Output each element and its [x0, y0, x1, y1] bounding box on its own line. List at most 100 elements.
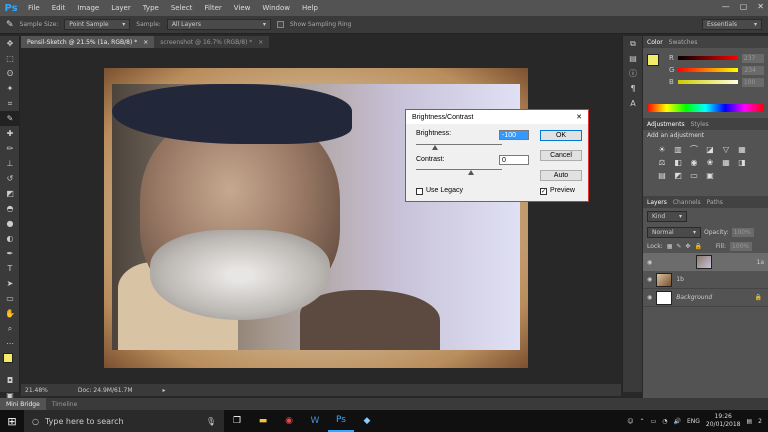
tab-paths[interactable]: Paths: [707, 199, 723, 206]
eyedropper-tool-icon[interactable]: ✎: [0, 111, 20, 126]
selective-color-icon[interactable]: ▣: [705, 171, 715, 180]
taskbar-search[interactable]: ○ Type here to search 🎙: [24, 410, 224, 432]
fill-value[interactable]: 100%: [729, 242, 752, 251]
type-tool-icon[interactable]: T: [0, 261, 20, 276]
cancel-button[interactable]: Cancel: [540, 150, 582, 161]
extra-tools-icon[interactable]: ⋯: [0, 336, 20, 351]
layer-row[interactable]: ◉ Background 🔒: [643, 289, 768, 307]
layer-name[interactable]: 1b: [676, 276, 684, 283]
blue-slider[interactable]: B 100: [665, 76, 764, 88]
layer-row[interactable]: ◉ 1b: [643, 271, 768, 289]
hand-tool-icon[interactable]: ✋: [0, 306, 20, 321]
r-value[interactable]: 237: [741, 53, 764, 63]
people-icon[interactable]: ☺: [627, 418, 633, 425]
task-view-icon[interactable]: ❐: [224, 410, 250, 432]
menu-window[interactable]: Window: [256, 4, 296, 12]
auto-button[interactable]: Auto: [540, 170, 582, 181]
zoom-tool-icon[interactable]: ⌕: [0, 321, 20, 336]
layer-row[interactable]: ◉ 1a: [643, 253, 768, 271]
color-spectrum[interactable]: [647, 104, 764, 112]
properties-panel-icon[interactable]: ▤: [623, 51, 643, 66]
paint-bucket-icon[interactable]: ◓: [0, 201, 20, 216]
posterize-icon[interactable]: ▤: [657, 171, 667, 180]
clock[interactable]: 19:26 20/01/2018: [706, 413, 741, 429]
chrome-icon[interactable]: ◉: [276, 410, 302, 432]
zoom-level[interactable]: 21.48%: [25, 387, 48, 394]
green-bar[interactable]: [678, 68, 739, 72]
dialog-titlebar[interactable]: Brightness/Contrast ✕: [406, 110, 588, 124]
maximize-icon[interactable]: ▢: [740, 2, 748, 11]
menu-filter[interactable]: Filter: [198, 4, 227, 12]
volume-icon[interactable]: 🔊: [673, 418, 680, 425]
contrast-slider-thumb[interactable]: [468, 170, 474, 175]
tray-arrow-icon[interactable]: ⌃: [640, 418, 645, 425]
dodge-tool-icon[interactable]: ◐: [0, 231, 20, 246]
notifications-icon[interactable]: ▤: [747, 418, 753, 425]
eye-icon[interactable]: ◉: [647, 259, 652, 266]
brightness-slider-thumb[interactable]: [432, 145, 438, 150]
workspace-select[interactable]: Essentials ▾: [702, 19, 762, 30]
tab-color[interactable]: Color: [647, 39, 663, 46]
close-icon[interactable]: ×: [258, 39, 263, 46]
tab-mini-bridge[interactable]: Mini Bridge: [0, 398, 46, 410]
red-slider[interactable]: R 237: [665, 52, 764, 64]
curves-icon[interactable]: ⌒: [689, 145, 699, 154]
brush-tool-icon[interactable]: ✏: [0, 141, 20, 156]
g-value[interactable]: 234: [742, 65, 765, 75]
contrast-slider[interactable]: [416, 169, 502, 170]
battery-icon[interactable]: ▭: [651, 418, 657, 425]
sample-select[interactable]: All Layers ▾: [166, 19, 271, 30]
path-select-icon[interactable]: ➤: [0, 276, 20, 291]
hue-saturation-icon[interactable]: ▦: [737, 145, 747, 154]
foreground-color-swatch[interactable]: [3, 353, 13, 363]
healing-brush-icon[interactable]: ✚: [0, 126, 20, 141]
shape-tool-icon[interactable]: ▭: [0, 291, 20, 306]
windows-start-icon[interactable]: ⊞: [0, 410, 24, 432]
lasso-tool-icon[interactable]: ʘ: [0, 66, 20, 81]
blend-mode-select[interactable]: Normal ▾: [647, 227, 701, 238]
tab-channels[interactable]: Channels: [673, 199, 701, 206]
menu-edit[interactable]: Edit: [46, 4, 72, 12]
quick-mask-icon[interactable]: ◘: [0, 373, 20, 388]
menu-file[interactable]: File: [22, 4, 46, 12]
menu-help[interactable]: Help: [296, 4, 324, 12]
menu-image[interactable]: Image: [71, 4, 105, 12]
layer-kind-select[interactable]: Kind ▾: [647, 211, 687, 222]
menu-view[interactable]: View: [228, 4, 257, 12]
gradient-map-icon[interactable]: ▭: [689, 171, 699, 180]
color-lookup-icon[interactable]: ▦: [721, 158, 731, 167]
ok-button[interactable]: OK: [540, 130, 582, 141]
app-icon[interactable]: ◆: [354, 410, 380, 432]
channel-mixer-icon[interactable]: ❀: [705, 158, 715, 167]
blue-bar[interactable]: [677, 80, 738, 84]
brightness-icon[interactable]: ☀: [657, 145, 667, 154]
invert-icon[interactable]: ◨: [737, 158, 747, 167]
use-legacy-checkbox[interactable]: [416, 188, 423, 195]
show-ring-checkbox[interactable]: [276, 21, 284, 28]
minimize-icon[interactable]: —: [722, 2, 730, 11]
paragraph-panel-icon[interactable]: ¶: [623, 81, 643, 96]
blur-tool-icon[interactable]: ●: [0, 216, 20, 231]
threshold-icon[interactable]: ◩: [673, 171, 683, 180]
brightness-slider[interactable]: [416, 144, 502, 145]
eye-icon[interactable]: ◉: [647, 276, 652, 283]
word-icon[interactable]: W: [302, 410, 328, 432]
tab-swatches[interactable]: Swatches: [669, 39, 698, 46]
quick-select-tool-icon[interactable]: ✦: [0, 81, 20, 96]
color-balance-icon[interactable]: ⚖: [657, 158, 667, 167]
photo-filter-icon[interactable]: ◉: [689, 158, 699, 167]
brightness-input[interactable]: -100: [499, 130, 529, 140]
language-indicator[interactable]: ENG: [687, 418, 700, 425]
b-value[interactable]: 100: [741, 77, 764, 87]
network-icon[interactable]: ◔: [662, 418, 667, 425]
status-arrow-icon[interactable]: ▸: [163, 387, 166, 394]
contrast-input[interactable]: 0: [499, 155, 529, 165]
menu-select[interactable]: Select: [165, 4, 199, 12]
marquee-tool-icon[interactable]: ⬚: [0, 51, 20, 66]
lock-position-icon[interactable]: ✥: [685, 243, 690, 250]
color-fg-swatch[interactable]: [647, 54, 659, 66]
layer-name[interactable]: Background: [676, 294, 712, 301]
eye-icon[interactable]: ◉: [647, 294, 652, 301]
eyedropper-tool-icon[interactable]: ✎: [6, 20, 14, 30]
lock-all-icon[interactable]: 🔒: [694, 243, 701, 250]
